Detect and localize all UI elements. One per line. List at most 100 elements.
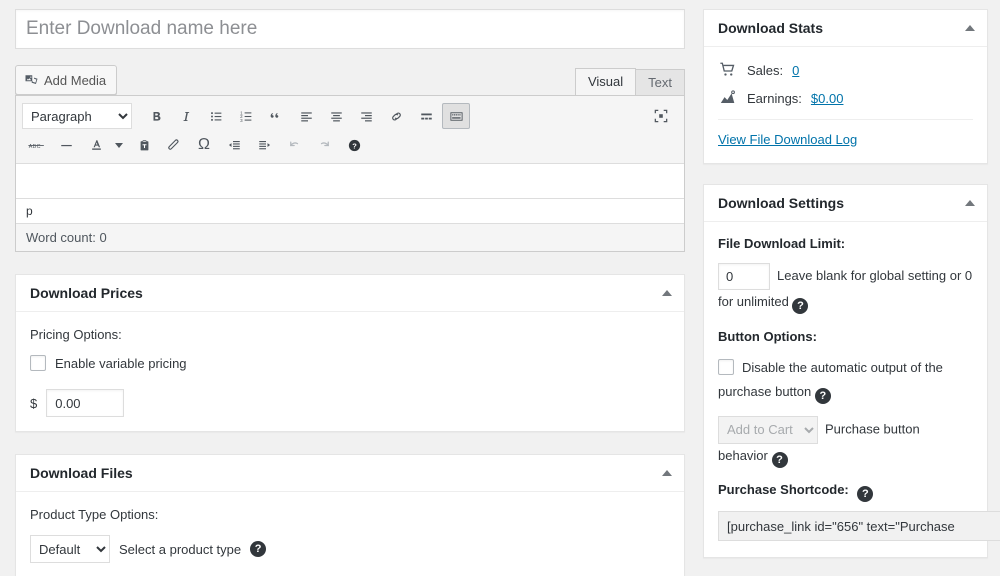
horizontal-rule-icon[interactable] xyxy=(52,132,80,158)
download-stats-title: Download Stats xyxy=(718,20,824,36)
download-files-body: Product Type Options: Default Select a p… xyxy=(16,492,684,576)
file-download-limit-row: Leave blank for global setting or 0 for … xyxy=(718,263,973,315)
main-editor-column: Add Media Visual Text Paragraph xyxy=(15,0,685,576)
download-prices-header: Download Prices xyxy=(16,275,684,312)
download-prices-body: Pricing Options: Enable variable pricing… xyxy=(16,312,684,431)
italic-icon[interactable] xyxy=(172,103,200,129)
add-media-button[interactable]: Add Media xyxy=(15,65,118,95)
pricing-options-label: Pricing Options: xyxy=(30,327,122,342)
download-settings-body: File Download Limit: Leave blank for glo… xyxy=(704,222,1000,557)
chevron-down-icon xyxy=(115,142,123,148)
undo-icon[interactable] xyxy=(280,132,308,158)
product-type-row: Default Select a product type ? xyxy=(30,535,670,563)
sales-value-link[interactable]: 0 xyxy=(792,63,799,78)
collapse-toggle-icon[interactable] xyxy=(662,290,672,296)
download-prices-title: Download Prices xyxy=(30,285,143,301)
disable-purchase-button-row: Disable the automatic output of the purc… xyxy=(718,356,973,404)
svg-text:3: 3 xyxy=(240,117,243,122)
price-row: $ xyxy=(30,389,670,417)
help-icon[interactable]: ? xyxy=(250,541,267,557)
file-download-limit-input[interactable] xyxy=(718,263,770,290)
toolbar-toggle-icon[interactable] xyxy=(442,103,470,129)
help-icon[interactable]: ? xyxy=(857,486,874,503)
special-character-icon[interactable]: Ω xyxy=(190,132,218,158)
text-color-icon[interactable] xyxy=(82,132,110,158)
keyboard-help-icon[interactable]: ? xyxy=(340,132,368,158)
download-settings-title: Download Settings xyxy=(718,195,844,211)
tinymce-editor: Paragraph 1 2 3 ABC Ω ? p Word count: 0 xyxy=(15,95,685,252)
numbered-list-icon[interactable]: 1 2 3 xyxy=(232,103,260,129)
earnings-label: Earnings: xyxy=(747,90,802,106)
tab-text[interactable]: Text xyxy=(635,69,685,96)
product-type-hint: Select a product type xyxy=(119,541,242,557)
align-right-icon[interactable] xyxy=(352,103,380,129)
svg-text:?: ? xyxy=(352,141,357,150)
cart-icon xyxy=(718,61,738,79)
product-type-options-label: Product Type Options: xyxy=(30,507,159,522)
button-options-label: Button Options: xyxy=(718,328,817,344)
help-icon[interactable]: ? xyxy=(771,452,788,469)
download-files-panel: Download Files Product Type Options: Def… xyxy=(15,454,685,576)
purchase-button-behavior-select[interactable]: Add to Cart xyxy=(718,415,818,444)
variable-pricing-row: Enable variable pricing xyxy=(30,355,670,371)
purchase-shortcode-input[interactable] xyxy=(718,511,1000,542)
currency-symbol: $ xyxy=(30,395,38,411)
enable-variable-pricing-checkbox[interactable] xyxy=(30,355,46,371)
link-icon[interactable] xyxy=(382,103,410,129)
editor-content-area[interactable] xyxy=(16,164,684,198)
purchase-button-behavior-row: Add to Cart Purchase button behavior ? xyxy=(718,415,973,469)
editor-media-row: Add Media Visual Text xyxy=(15,65,685,96)
download-settings-panel: Download Settings File Download Limit: L… xyxy=(703,184,1000,559)
editor-toolbar-row-2: ABC Ω ? xyxy=(22,131,678,159)
distraction-free-icon[interactable] xyxy=(648,104,674,128)
divider xyxy=(718,119,973,120)
purchase-shortcode-label: Purchase Shortcode: xyxy=(718,482,849,498)
earnings-value-link[interactable]: $0.00 xyxy=(811,91,844,106)
download-stats-header: Download Stats xyxy=(704,10,987,47)
editor-word-count: Word count: 0 xyxy=(16,223,684,251)
bulleted-list-icon[interactable] xyxy=(202,103,230,129)
file-download-limit-label: File Download Limit: xyxy=(718,236,846,251)
wp-download-editor-screen: Add Media Visual Text Paragraph xyxy=(0,0,1000,576)
read-more-icon[interactable] xyxy=(412,103,440,129)
product-type-select[interactable]: Default xyxy=(30,535,110,563)
view-file-download-log-link[interactable]: View File Download Log xyxy=(718,132,857,147)
indent-icon[interactable] xyxy=(250,132,278,158)
download-files-title: Download Files xyxy=(30,465,133,481)
editor-toolbar-row-1: Paragraph 1 2 3 xyxy=(22,101,678,131)
paste-as-text-icon[interactable] xyxy=(130,132,158,158)
outdent-icon[interactable] xyxy=(220,132,248,158)
svg-text:ABC: ABC xyxy=(28,143,40,149)
download-prices-panel: Download Prices Pricing Options: Enable … xyxy=(15,274,685,432)
help-icon[interactable]: ? xyxy=(792,298,809,315)
text-color-caret-icon[interactable] xyxy=(112,132,126,158)
align-left-icon[interactable] xyxy=(292,103,320,129)
bold-icon[interactable] xyxy=(142,103,170,129)
add-media-label: Add Media xyxy=(44,72,107,88)
purchase-shortcode-row: Purchase Shortcode: ? xyxy=(718,482,1000,542)
earnings-stat-row: Earnings: $0.00 xyxy=(718,89,973,107)
collapse-toggle-icon[interactable] xyxy=(662,470,672,476)
editor-element-path: p xyxy=(16,198,684,223)
align-center-icon[interactable] xyxy=(322,103,350,129)
sales-stat-row: Sales: 0 xyxy=(718,61,973,79)
download-stats-body: Sales: 0 Earnings: $0.00 View File Downl… xyxy=(704,47,987,163)
help-icon[interactable]: ? xyxy=(814,387,831,404)
collapse-toggle-icon[interactable] xyxy=(965,25,975,31)
paragraph-format-select[interactable]: Paragraph xyxy=(22,103,132,129)
enable-variable-pricing-label[interactable]: Enable variable pricing xyxy=(55,356,187,371)
strikethrough-icon[interactable]: ABC xyxy=(22,132,50,158)
disable-purchase-button-checkbox[interactable] xyxy=(718,358,734,375)
sales-label: Sales: xyxy=(747,62,784,78)
download-files-header: Download Files xyxy=(16,455,684,492)
blockquote-icon[interactable] xyxy=(262,103,290,129)
tab-visual[interactable]: Visual xyxy=(574,68,637,96)
collapse-toggle-icon[interactable] xyxy=(965,200,975,206)
download-settings-header: Download Settings xyxy=(704,185,987,222)
editor-toolbar: Paragraph 1 2 3 ABC Ω ? xyxy=(16,96,684,164)
download-title-input[interactable] xyxy=(15,9,685,49)
price-input[interactable] xyxy=(46,389,125,417)
clear-formatting-icon[interactable] xyxy=(160,132,188,158)
sidebar-column: Download Stats Sales: 0 Earnings: $0.00 … xyxy=(703,0,1000,559)
redo-icon[interactable] xyxy=(310,132,338,158)
